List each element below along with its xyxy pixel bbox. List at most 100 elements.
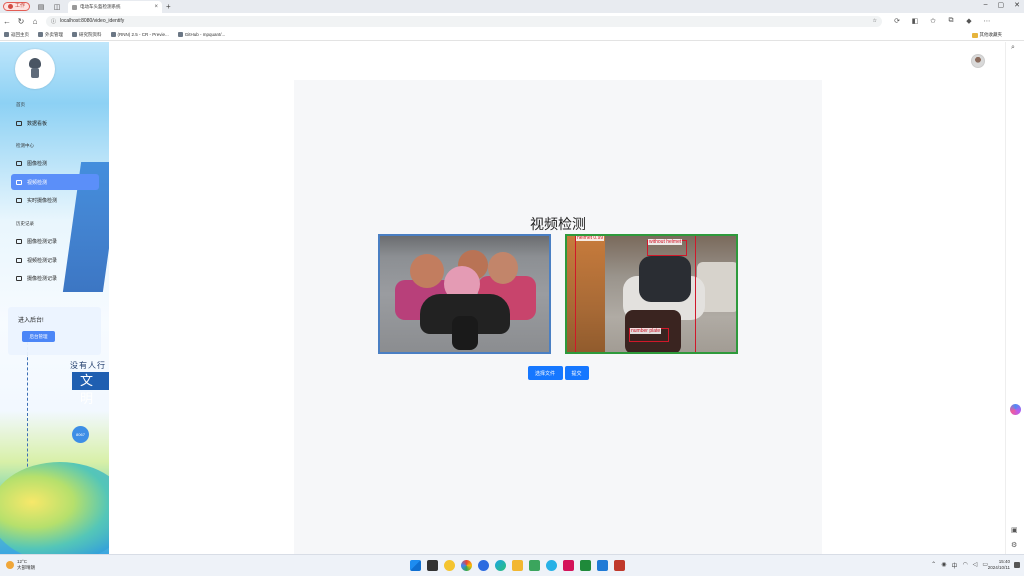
address-bar-row: ← ↻ ⌂ ⓘ localhost:8080/video_identify ☆ … xyxy=(0,13,1024,29)
extensions-bar: ⟳ ◧ ✩ ⧉ ◆ ⋯ xyxy=(892,17,992,25)
sidebar-item-label: 图像检测记录 xyxy=(27,238,58,245)
sidebar-item-label: 视频检测记录 xyxy=(27,257,58,264)
close-window-icon[interactable]: ✕ xyxy=(1014,1,1020,9)
tab-actions-icon[interactable]: ▤ xyxy=(36,2,46,12)
detection-label: helmet 0.99 xyxy=(576,235,605,241)
pycharm-icon[interactable] xyxy=(580,560,591,571)
tab-title: 电动车头盔检测系统 xyxy=(80,4,121,9)
sidebar-section-home: 首页 xyxy=(16,102,25,107)
profile-button[interactable]: 工作 xyxy=(3,2,31,11)
favorites-icon[interactable]: ✩ xyxy=(928,17,938,25)
address-bar[interactable]: ⓘ localhost:8080/video_identify ☆ xyxy=(46,15,882,27)
sidebar-item-label: 实时摄像检测 xyxy=(27,197,58,204)
clock-date: 2024/10/11 xyxy=(987,565,1010,570)
workspaces-icon[interactable]: ◫ xyxy=(52,2,62,12)
weather-widget[interactable]: 12°C 大部晴朗 xyxy=(6,559,35,571)
bookmark-item[interactable]: (RNN) 2.5 - CR - Previe... xyxy=(110,32,169,37)
collections-icon[interactable]: ⧉ xyxy=(946,17,956,25)
select-file-button[interactable]: 选择文件 xyxy=(527,366,563,380)
refresh-icon[interactable]: ↻ xyxy=(14,14,28,28)
weather-desc: 大部晴朗 xyxy=(17,565,35,570)
window-controls: – ▢ ✕ xyxy=(984,1,1020,9)
weather-sun-icon xyxy=(6,561,14,569)
search-icon[interactable]: ⌕ xyxy=(1011,44,1015,52)
app-icon[interactable] xyxy=(478,560,489,571)
wifi-icon[interactable]: ◠ xyxy=(962,561,967,570)
video-icon xyxy=(16,179,22,185)
start-icon[interactable] xyxy=(410,560,421,571)
bookmark-item[interactable]: 返回主页 xyxy=(4,32,29,38)
sidebar-item-label: 视频检测 xyxy=(27,179,48,186)
site-info-icon[interactable]: ⓘ xyxy=(51,18,56,25)
app-icon[interactable] xyxy=(529,560,540,571)
browser-tab-active[interactable]: 电动车头盔检测系统 × xyxy=(68,1,163,13)
robot-icon xyxy=(28,58,42,80)
maximize-icon[interactable]: ▢ xyxy=(998,1,1005,9)
document-icon xyxy=(16,238,22,244)
bookmark-label: 返回主页 xyxy=(11,31,29,37)
minimize-icon[interactable]: – xyxy=(984,1,988,9)
browser-right-sidebar: ⌕ ▣ ⚙ xyxy=(1005,42,1024,554)
reload-extension-icon[interactable]: ⟳ xyxy=(892,17,902,25)
edge-icon[interactable] xyxy=(495,560,506,571)
settings-icon[interactable]: ⚙ xyxy=(1011,541,1017,549)
app-sidebar: 没有人行 文 明 首页 数据看板 检测中心 图像检测 视频检测 实时摄像检测 历… xyxy=(0,42,109,554)
sidebar-item-video-detection[interactable]: 视频检测 xyxy=(11,174,99,190)
sidebar-item-video-records[interactable]: 视频检测记录 xyxy=(11,252,99,268)
split-screen-icon[interactable]: ◧ xyxy=(910,17,920,25)
extension-icon[interactable]: ◆ xyxy=(964,17,974,25)
source-video-frame xyxy=(378,234,551,354)
tab-favicon-icon xyxy=(72,4,78,10)
detection-label: number plate xyxy=(630,328,662,334)
vscode-icon[interactable] xyxy=(597,560,608,571)
sidebar-item-image-detection[interactable]: 图像检测 xyxy=(11,155,99,171)
tab-close-icon[interactable]: × xyxy=(155,4,159,10)
other-favorites[interactable]: 其他收藏夹 xyxy=(971,32,1003,38)
sidebar-item-dashboard[interactable]: 数据看板 xyxy=(11,115,99,131)
browser-menu-icon[interactable]: ⋯ xyxy=(982,17,992,25)
os-taskbar: 12°C 大部晴朗 ⌃ ◉ 中 ◠ ◁ ▭ 15:40 2024/10/11 xyxy=(0,554,1024,576)
chrome-icon[interactable] xyxy=(461,560,472,571)
other-favorites-label: 其他收藏夹 xyxy=(979,32,1003,37)
new-tab-button[interactable]: + xyxy=(166,2,171,11)
sidebar-decor-banner: 文 明 xyxy=(72,372,109,406)
app-logo xyxy=(15,49,55,89)
video-detection-panel: 视频检测 helmet 0.99 without helmet number p… xyxy=(294,80,822,554)
browser-tabstrip: 工作 ▤ ◫ 电动车头盔检测系统 × + – ▢ ✕ xyxy=(0,0,1024,13)
taskbar-clock[interactable]: 15:40 2024/10/11 xyxy=(988,559,1010,571)
floating-badge[interactable]: 8067 xyxy=(72,426,89,443)
notification-icon[interactable] xyxy=(1014,562,1020,568)
bookmark-item[interactable]: GitHub - mpquant/... xyxy=(177,32,226,37)
bookmark-item[interactable]: 研究院资料 xyxy=(72,32,102,38)
enter-admin-card: 进入后台! 后台管理 xyxy=(8,307,101,355)
admin-button[interactable]: 后台管理 xyxy=(22,331,55,342)
sidebar-item-camera-records[interactable]: 摄像检测记录 xyxy=(11,270,99,286)
folder-icon xyxy=(971,32,978,38)
app-icon[interactable] xyxy=(444,560,455,571)
favorite-star-icon[interactable]: ☆ xyxy=(873,18,877,24)
bookmark-item[interactable]: 外卖管理 xyxy=(38,32,63,38)
app-icon[interactable] xyxy=(563,560,574,571)
url-text[interactable]: localhost:8080/video_identify xyxy=(60,18,869,24)
sidebar-item-camera-detection[interactable]: 实时摄像检测 xyxy=(11,192,99,208)
input-method-icon[interactable]: 中 xyxy=(951,561,957,570)
task-view-icon[interactable] xyxy=(427,560,438,571)
copilot-icon[interactable] xyxy=(1010,404,1021,415)
back-icon[interactable]: ← xyxy=(0,14,14,28)
app-icon[interactable] xyxy=(546,560,557,571)
main-content: 视频检测 helmet 0.99 without helmet number p… xyxy=(109,42,1005,554)
submit-button[interactable]: 提交 xyxy=(564,366,589,380)
bookmark-label: GitHub - mpquant/... xyxy=(184,32,226,37)
volume-icon[interactable]: ◁ xyxy=(973,561,978,570)
taskbar-apps xyxy=(410,560,625,571)
file-explorer-icon[interactable] xyxy=(512,560,523,571)
system-tray: ⌃ ◉ 中 ◠ ◁ ▭ xyxy=(931,561,988,570)
detection-box-edge xyxy=(575,236,576,352)
user-avatar[interactable] xyxy=(971,54,985,68)
home-icon[interactable]: ⌂ xyxy=(28,14,42,28)
tray-app-icon[interactable]: ◉ xyxy=(941,561,946,570)
sidebar-item-image-records[interactable]: 图像检测记录 xyxy=(11,233,99,249)
app-icon[interactable] xyxy=(614,560,625,571)
tray-chevron-icon[interactable]: ⌃ xyxy=(931,561,936,570)
layout-icon[interactable]: ▣ xyxy=(1011,526,1018,534)
